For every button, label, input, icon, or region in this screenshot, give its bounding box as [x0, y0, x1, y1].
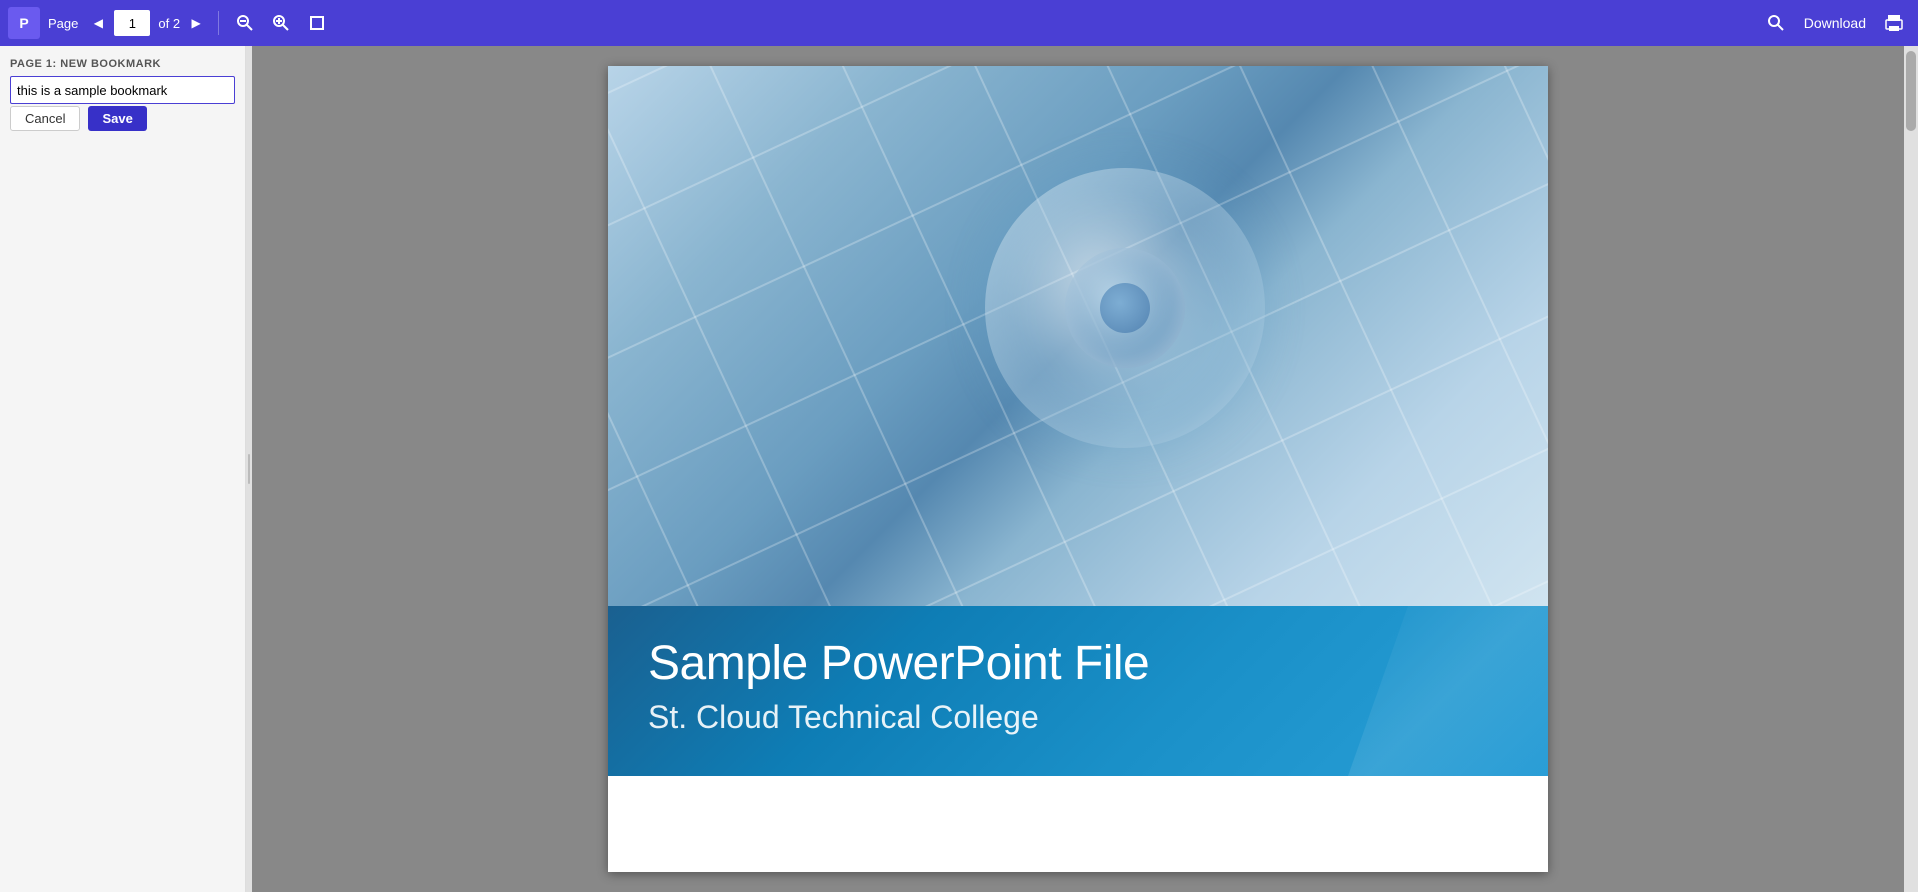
- zoom-out-button[interactable]: [229, 7, 261, 39]
- separator-1: [218, 11, 219, 35]
- scrollbar-thumb[interactable]: [1906, 51, 1916, 131]
- fit-page-button[interactable]: [301, 7, 333, 39]
- download-label: Download: [1804, 15, 1866, 31]
- resize-indicator: [248, 454, 250, 484]
- app-logo[interactable]: P: [8, 7, 40, 39]
- page-number-input[interactable]: [114, 10, 150, 36]
- bookmark-section: PAGE 1: NEW BOOKMARK Cancel Save: [10, 58, 235, 131]
- pdf-page: Sample PowerPoint File St. Cloud Technic…: [608, 66, 1548, 872]
- logo-icon: P: [19, 15, 28, 31]
- fit-page-icon: [308, 14, 326, 32]
- main-area: PAGE 1: NEW BOOKMARK Cancel Save: [0, 46, 1918, 892]
- bookmark-name-input[interactable]: [10, 76, 235, 104]
- print-icon: [1884, 13, 1904, 33]
- zoom-out-icon: [236, 14, 254, 32]
- save-button[interactable]: Save: [88, 106, 146, 131]
- cancel-button[interactable]: Cancel: [10, 106, 80, 131]
- search-button[interactable]: [1760, 7, 1792, 39]
- prev-page-button[interactable]: ◀: [86, 11, 110, 35]
- toolbar: P Page ◀ of 2 ▶ Download: [0, 0, 1918, 46]
- zoom-in-button[interactable]: [265, 7, 297, 39]
- print-button[interactable]: [1878, 7, 1910, 39]
- next-page-button[interactable]: ▶: [184, 11, 208, 35]
- slide-circle-core: [1100, 283, 1150, 333]
- search-icon: [1767, 14, 1785, 32]
- slide-circle-outer: [985, 168, 1265, 448]
- page-label: Page: [48, 16, 78, 31]
- slide-image: [608, 66, 1548, 606]
- slide-decoration: [1348, 606, 1548, 776]
- sidebar-section-title: PAGE 1: NEW BOOKMARK: [10, 58, 235, 70]
- slide-title: Sample PowerPoint File: [648, 636, 1508, 691]
- zoom-in-icon: [272, 14, 290, 32]
- right-scrollbar[interactable]: [1904, 46, 1918, 892]
- pdf-viewer[interactable]: Sample PowerPoint File St. Cloud Technic…: [252, 46, 1904, 892]
- download-button[interactable]: Download: [1796, 11, 1874, 35]
- slide-bottom: Sample PowerPoint File St. Cloud Technic…: [608, 606, 1548, 776]
- bookmark-actions: Cancel Save: [10, 106, 235, 131]
- sidebar: PAGE 1: NEW BOOKMARK Cancel Save: [0, 46, 246, 892]
- total-pages-label: of 2: [158, 16, 180, 31]
- slide-circle-inner: [1065, 248, 1185, 368]
